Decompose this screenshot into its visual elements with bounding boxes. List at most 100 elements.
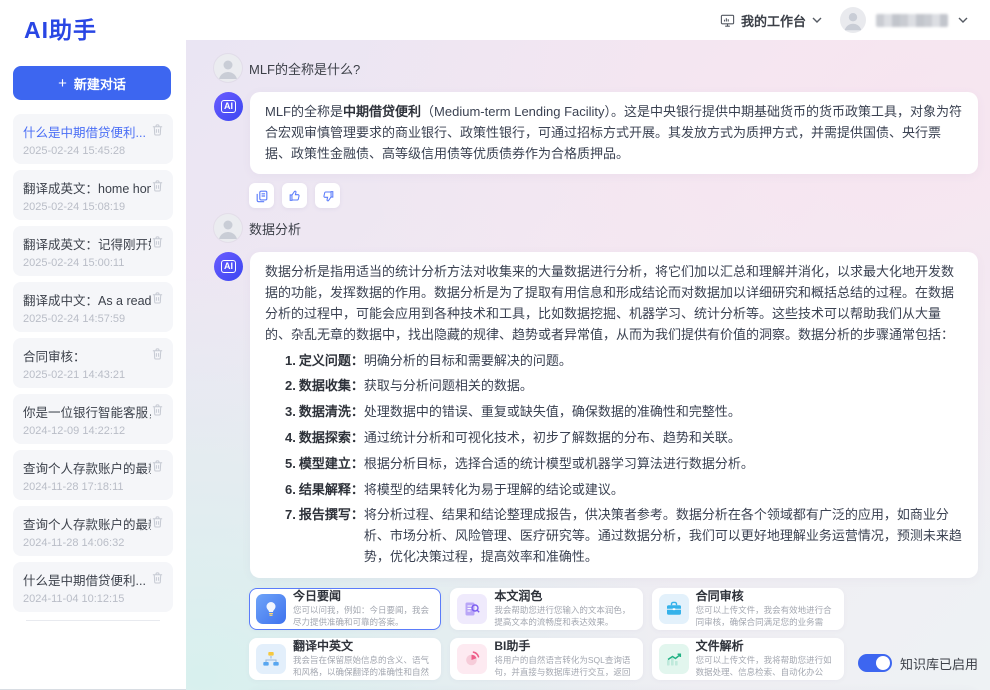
ai-badge: AI	[221, 100, 236, 113]
trash-icon[interactable]	[151, 235, 164, 249]
trash-icon[interactable]	[151, 571, 164, 585]
history-item[interactable]: 翻译成英文：记得刚开始... 2025-02-24 15:00:11	[13, 226, 173, 276]
ai-badge: AI	[221, 260, 236, 273]
quick-action-file-parse[interactable]: 文件解析您可以上传文件，我将帮助您进行如数据处理、信息检索、自动化办公等。	[652, 638, 844, 680]
copy-button[interactable]	[249, 183, 274, 208]
knowledge-base-label: 知识库已启用	[900, 654, 978, 673]
ai-message-text: MLF的全称是	[265, 104, 343, 119]
polish-doc-icon	[457, 594, 487, 624]
history-item-title: 翻译成中文：As a reader...	[23, 290, 151, 309]
trash-icon[interactable]	[151, 123, 164, 137]
ai-avatar: AI	[214, 252, 243, 281]
quick-action-title: BI助手	[494, 639, 633, 653]
trash-icon[interactable]	[151, 291, 164, 305]
history-item-time: 2024-12-09 14:22:12	[23, 425, 163, 437]
quick-action-desc: 我会旨在保留原始信息的含义、语气和风格，以确保翻译的准确性和自然流畅。	[293, 655, 432, 678]
history-item[interactable]: 合同审核： 2025-02-21 14:43:21	[13, 338, 173, 388]
thumbs-down-icon	[321, 189, 335, 203]
new-chat-button[interactable]: + 新建对话	[13, 66, 171, 100]
username-redacted	[876, 14, 948, 27]
history-item-time: 2024-11-28 17:18:11	[23, 481, 163, 493]
quick-action-desc: 您可以上传文件，我会有效地进行合同审核，确保合同满足您的业务需求。	[696, 605, 835, 628]
history-item-title: 查询个人存款账户的最新...	[23, 514, 151, 533]
quick-action-translate[interactable]: 翻译中英文我会旨在保留原始信息的含义、语气和风格，以确保翻译的准确性和自然流畅。	[249, 638, 441, 680]
history-item-time: 2025-02-24 14:57:59	[23, 313, 163, 325]
monitor-icon	[720, 13, 735, 28]
user-message-row: 数据分析	[214, 214, 978, 242]
user-message-text: MLF的全称是什么?	[249, 59, 360, 78]
list-item: 3.数据清洗：处理数据中的错误、重复或缺失值，确保数据的准确性和完整性。	[285, 402, 963, 423]
user-avatar[interactable]	[840, 7, 866, 33]
ai-message-card: 数据分析是指用适当的统计分析方法对收集来的大量数据进行分析，将它们加以汇总和理解…	[250, 252, 978, 577]
list-item: 4.数据探索：通过统计分析和可视化技术，初步了解数据的分布、趋势和关联。	[285, 428, 963, 449]
app-logo: AI助手	[0, 0, 186, 45]
history-item[interactable]: 查询个人存款账户的最新... 2024-11-28 14:06:32	[13, 506, 173, 556]
sidebar: AI助手 + 新建对话 什么是中期借贷便利... 2025-02-24 15:4…	[0, 0, 186, 690]
user-message-row: MLF的全称是什么?	[214, 54, 978, 82]
pie-chart-icon	[457, 644, 487, 674]
list-item: 7.报告撰写：将分析过程、结果和结论整理成报告，供决策者参考。数据分析在各个领域…	[285, 505, 963, 567]
chevron-down-icon[interactable]	[958, 17, 968, 23]
list-item: 2.数据收集：获取与分析问题相关的数据。	[285, 376, 963, 397]
history-item-title: 你是一位银行智能客服，...	[23, 402, 151, 421]
bulb-icon	[256, 594, 286, 624]
history-divider	[26, 620, 160, 621]
ai-message-bold: 中期借贷便利	[343, 104, 421, 119]
chevron-down-icon	[812, 17, 822, 23]
knowledge-base-toggle[interactable]	[858, 654, 892, 672]
thumbs-up-icon	[288, 189, 302, 203]
quick-action-title: 合同审核	[696, 589, 835, 603]
user-message-text: 数据分析	[249, 219, 301, 238]
history-item[interactable]: 查询个人存款账户的最新... 2024-11-28 17:18:11	[13, 450, 173, 500]
history-item-time: 2025-02-24 15:45:28	[23, 145, 163, 157]
quick-action-desc: 将用户的自然语言转化为SQL查询语句，并直接与数据库进行交互，返回智能推荐的图表…	[494, 655, 633, 678]
briefcase-icon	[659, 594, 689, 624]
quick-action-title: 翻译中英文	[293, 639, 432, 653]
quick-action-contract-review[interactable]: 合同审核您可以上传文件，我会有效地进行合同审核，确保合同满足您的业务需求。	[652, 588, 844, 630]
thumbs-down-button[interactable]	[315, 183, 340, 208]
top-header: 我的工作台	[186, 0, 990, 40]
quick-action-bi-assistant[interactable]: BI助手将用户的自然语言转化为SQL查询语句，并直接与数据库进行交互，返回智能推…	[450, 638, 642, 680]
history-item-title: 翻译成英文：home home	[23, 178, 151, 197]
quick-action-desc: 您可以上传文件，我将帮助您进行如数据处理、信息检索、自动化办公等。	[696, 655, 835, 678]
trash-icon[interactable]	[151, 515, 164, 529]
history-item-title: 合同审核：	[23, 346, 151, 365]
person-icon	[840, 7, 866, 33]
history-item[interactable]: 什么是中期借贷便利... 2024-11-04 10:12:15	[13, 562, 173, 612]
quick-action-title: 本文润色	[494, 589, 633, 603]
history-item[interactable]: 你是一位银行智能客服，... 2024-12-09 14:22:12	[13, 394, 173, 444]
user-avatar	[214, 54, 242, 82]
message-actions	[249, 183, 978, 208]
person-icon	[214, 54, 242, 82]
list-item: 5.模型建立：根据分析目标，选择合适的统计模型或机器学习算法进行数据分析。	[285, 454, 963, 475]
history-item[interactable]: 翻译成中文：As a reader... 2025-02-24 14:57:59	[13, 282, 173, 332]
trash-icon[interactable]	[151, 179, 164, 193]
trash-icon[interactable]	[151, 347, 164, 361]
chat-area: MLF的全称是什么? AI MLF的全称是中期借贷便利（Medium-term …	[186, 40, 990, 690]
workspace-menu[interactable]: 我的工作台	[720, 11, 822, 30]
toggle-knob	[876, 656, 890, 670]
trash-icon[interactable]	[151, 459, 164, 473]
person-icon	[214, 214, 242, 242]
knowledge-base-toggle-group: 知识库已启用	[858, 654, 978, 673]
history-item-title: 什么是中期借贷便利...	[23, 122, 151, 141]
quick-action-title: 文件解析	[696, 639, 835, 653]
ai-message-card: MLF的全称是中期借贷便利（Medium-term Lending Facili…	[250, 92, 978, 174]
trend-chart-icon	[659, 644, 689, 674]
translate-flow-icon	[256, 644, 286, 674]
ai-message-intro: 数据分析是指用适当的统计分析方法对收集来的大量数据进行分析，将它们加以汇总和理解…	[265, 264, 954, 341]
history-item-time: 2024-11-04 10:12:15	[23, 593, 163, 605]
trash-icon[interactable]	[151, 403, 164, 417]
quick-action-title: 今日要闻	[293, 589, 432, 603]
quick-action-today-news[interactable]: 今日要闻您可以问我，例如：今日要闻，我会尽力提供准确和可靠的答案。	[249, 588, 441, 630]
plus-icon: +	[58, 75, 67, 92]
ai-message-row: AI MLF的全称是中期借贷便利（Medium-term Lending Fac…	[214, 92, 978, 174]
thumbs-up-button[interactable]	[282, 183, 307, 208]
history-item-title: 查询个人存款账户的最新...	[23, 458, 151, 477]
history-item[interactable]: 什么是中期借贷便利... 2025-02-24 15:45:28	[13, 114, 173, 164]
quick-action-text-polish[interactable]: 本文润色我会帮助您进行您输入的文本润色，提高文本的流畅度和表达效果。	[450, 588, 642, 630]
workspace-label: 我的工作台	[741, 11, 806, 30]
analysis-steps-list: 1.定义问题：明确分析的目标和需要解决的问题。 2.数据收集：获取与分析问题相关…	[271, 351, 963, 568]
history-item[interactable]: 翻译成英文：home home 2025-02-24 15:08:19	[13, 170, 173, 220]
ai-avatar: AI	[214, 92, 243, 121]
